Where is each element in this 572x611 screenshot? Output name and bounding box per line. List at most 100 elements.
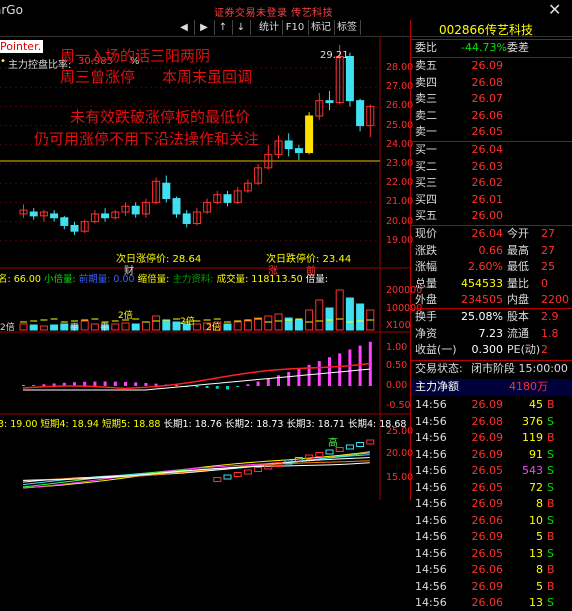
stat-row: 总量 454533 量比 0 bbox=[411, 276, 572, 293]
tick-direction: B bbox=[547, 497, 555, 510]
tick-direction: B bbox=[547, 431, 555, 444]
tick-volume: 13 bbox=[529, 546, 543, 560]
macd-bar bbox=[103, 381, 107, 386]
tick-volume: 10 bbox=[529, 513, 543, 527]
ma-candle bbox=[254, 467, 263, 472]
macd-bar bbox=[205, 386, 209, 388]
weibi-value: -44.73% bbox=[461, 41, 507, 54]
volume-bar bbox=[325, 307, 334, 331]
tick-price: 26.06 bbox=[471, 513, 504, 527]
candle-body bbox=[101, 213, 110, 219]
back-icon[interactable]: ◀ bbox=[174, 20, 195, 35]
net-flow-row[interactable]: 主力净额 4180万 bbox=[411, 379, 572, 396]
vol-tag-4: 平 bbox=[100, 323, 110, 333]
ma-header: 3: 19.00 短期4: 18.94 短期5: 18.88 长期1: 18.7… bbox=[0, 416, 406, 430]
ma-candle bbox=[356, 442, 365, 447]
volume-bar bbox=[19, 323, 28, 331]
stat-value: 0.66 bbox=[478, 243, 504, 257]
vol-h-2: 前期量: 0.00 bbox=[78, 274, 135, 285]
bid-price: 26.03 bbox=[471, 159, 504, 173]
bid-price: 26.04 bbox=[471, 143, 504, 156]
candle-body bbox=[345, 55, 354, 102]
ask-row: 卖三 26.07 bbox=[411, 91, 572, 108]
tick-time: 14:56 bbox=[415, 579, 447, 593]
ask-price: 26.07 bbox=[471, 92, 504, 105]
volume-bar bbox=[223, 323, 232, 331]
ma-candle bbox=[366, 439, 375, 445]
tick-direction: S bbox=[547, 464, 554, 477]
close-icon[interactable]: ✕ bbox=[548, 0, 561, 19]
stat-value: 25.08% bbox=[461, 310, 503, 323]
bid-row: 买一 26.04 bbox=[411, 142, 572, 159]
macd-bar bbox=[124, 381, 127, 386]
tick-time: 14:56 bbox=[415, 398, 447, 411]
stat-value: 454533 bbox=[461, 276, 503, 290]
candle-body bbox=[356, 100, 365, 127]
forward-icon[interactable]: ▶ bbox=[194, 20, 215, 35]
f10-button[interactable]: F10 bbox=[282, 20, 309, 35]
tick-volume: 376 bbox=[522, 414, 543, 428]
stat-row: 净资 7.23 流通 1.8 bbox=[411, 326, 572, 343]
stat-label: 外盘 bbox=[415, 293, 437, 306]
indicator-dot: • bbox=[0, 56, 6, 67]
volume-bar bbox=[356, 303, 365, 331]
stat-label-2: PE(动) bbox=[507, 343, 541, 356]
tick-price: 26.09 bbox=[471, 497, 504, 510]
candle-body bbox=[162, 182, 171, 200]
macd-bar bbox=[195, 386, 199, 388]
ask-price: 26.06 bbox=[471, 108, 504, 122]
net-flow-label: 主力净额 bbox=[415, 380, 459, 393]
bid-label: 买一 bbox=[415, 143, 437, 156]
volume-bar bbox=[121, 322, 130, 331]
stat-row: 现价 26.04 今开 27 bbox=[411, 226, 572, 243]
bid-price: 26.02 bbox=[471, 176, 504, 189]
weicha-label: 委差 bbox=[507, 41, 529, 54]
annotation-2: 周三曾涨停 bbox=[60, 68, 136, 86]
weibi-row: 委比 -44.73% 委差 bbox=[411, 40, 572, 57]
candle-body bbox=[182, 213, 191, 225]
candle-body bbox=[70, 224, 79, 232]
tick-time: 14:56 bbox=[415, 414, 447, 428]
macd-bar bbox=[236, 386, 240, 387]
tick-time: 14:56 bbox=[415, 497, 447, 510]
ask-price: 26.05 bbox=[471, 125, 504, 138]
macd-bar bbox=[215, 386, 219, 389]
tick-price: 26.09 bbox=[471, 530, 504, 543]
net-flow-value: 4180万 bbox=[509, 380, 548, 393]
trade-state-label: 交易状态: bbox=[415, 362, 463, 375]
tick-direction: B bbox=[547, 398, 555, 411]
stat-row: 涨幅 2.60% 最低 25 bbox=[411, 259, 572, 276]
macd-bar bbox=[154, 383, 158, 386]
stat-value: 2.60% bbox=[468, 260, 503, 273]
vol-tag-5: 2倍 bbox=[206, 323, 221, 333]
vol-h-3: 缩倍量: bbox=[137, 274, 173, 285]
macd-bar bbox=[42, 384, 46, 386]
stat-label: 涨跌 bbox=[415, 243, 437, 257]
tag-button[interactable]: 标签 bbox=[334, 20, 361, 35]
mark-button[interactable]: 标记 bbox=[308, 20, 335, 35]
volume-bar bbox=[264, 315, 273, 331]
bid-label: 买二 bbox=[415, 159, 437, 173]
tick-direction: B bbox=[547, 579, 555, 593]
tick-price: 26.09 bbox=[471, 431, 504, 444]
chart-area[interactable]: Pointer. • 主力控盘比率: 30.983 % 29.21 次日涨停价:… bbox=[0, 36, 422, 500]
statistics-button[interactable]: 统计 bbox=[256, 20, 283, 35]
tick-volume: 119 bbox=[522, 431, 543, 444]
vol-h-4: 主力资料: bbox=[172, 274, 217, 285]
tick-volume: 8 bbox=[536, 497, 543, 510]
volume-bar bbox=[172, 321, 181, 331]
macd-bar bbox=[348, 349, 352, 386]
up-icon[interactable]: ↑ bbox=[214, 20, 233, 35]
tick-row: 14:56 26.06 13 S bbox=[411, 595, 572, 611]
ma-h-3: 长期1: 18.76 bbox=[163, 419, 222, 430]
volume-bar bbox=[305, 309, 314, 331]
stat-value: 234505 bbox=[461, 293, 503, 306]
vol-tag-0: 2倍 bbox=[0, 323, 15, 333]
stat-value: 0.300 bbox=[471, 343, 504, 356]
tick-price: 26.09 bbox=[471, 447, 504, 461]
tick-time: 14:56 bbox=[415, 447, 447, 461]
tick-row: 14:56 26.06 10 S bbox=[411, 513, 572, 529]
down-icon[interactable]: ↓ bbox=[232, 20, 251, 35]
volume-bar bbox=[233, 321, 242, 331]
macd-bar bbox=[287, 371, 291, 386]
